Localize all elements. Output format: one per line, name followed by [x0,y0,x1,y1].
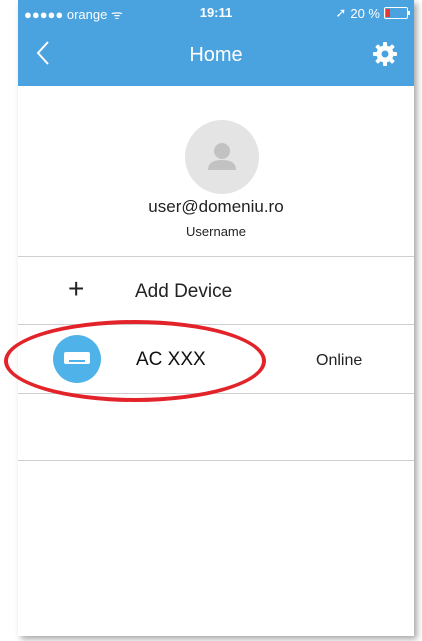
device-row[interactable]: AC XXX Online [18,325,414,394]
nav-bar: Home [18,26,414,86]
status-right: ➚ 20 % [335,5,410,21]
username-label: Username [186,224,246,239]
battery-fill [386,9,390,17]
profile-section: user@domeniu.ro Username [18,86,414,257]
status-bar: ●●●●● orange ᯤ 19:11 ➚ 20 % [18,0,414,26]
user-email: user@domeniu.ro [148,197,284,216]
plus-icon: + [68,273,85,304]
avatar[interactable] [185,120,259,194]
device-name: AC XXX [136,349,206,370]
empty-row [18,394,414,461]
battery-percent: 20 % [350,5,380,21]
battery-icon [384,7,410,19]
add-device-button[interactable]: + Add Device [18,257,414,325]
phone-screen: ●●●●● orange ᯤ 19:11 ➚ 20 % Home user@do… [18,0,414,636]
page-title: Home [189,44,243,66]
gear-icon[interactable] [372,41,398,67]
location-icon: ➚ [335,5,347,20]
device-status: Online [316,352,363,369]
user-silhouette-icon [208,143,236,170]
air-conditioner-icon [53,335,101,383]
add-device-label: Add Device [135,281,233,302]
